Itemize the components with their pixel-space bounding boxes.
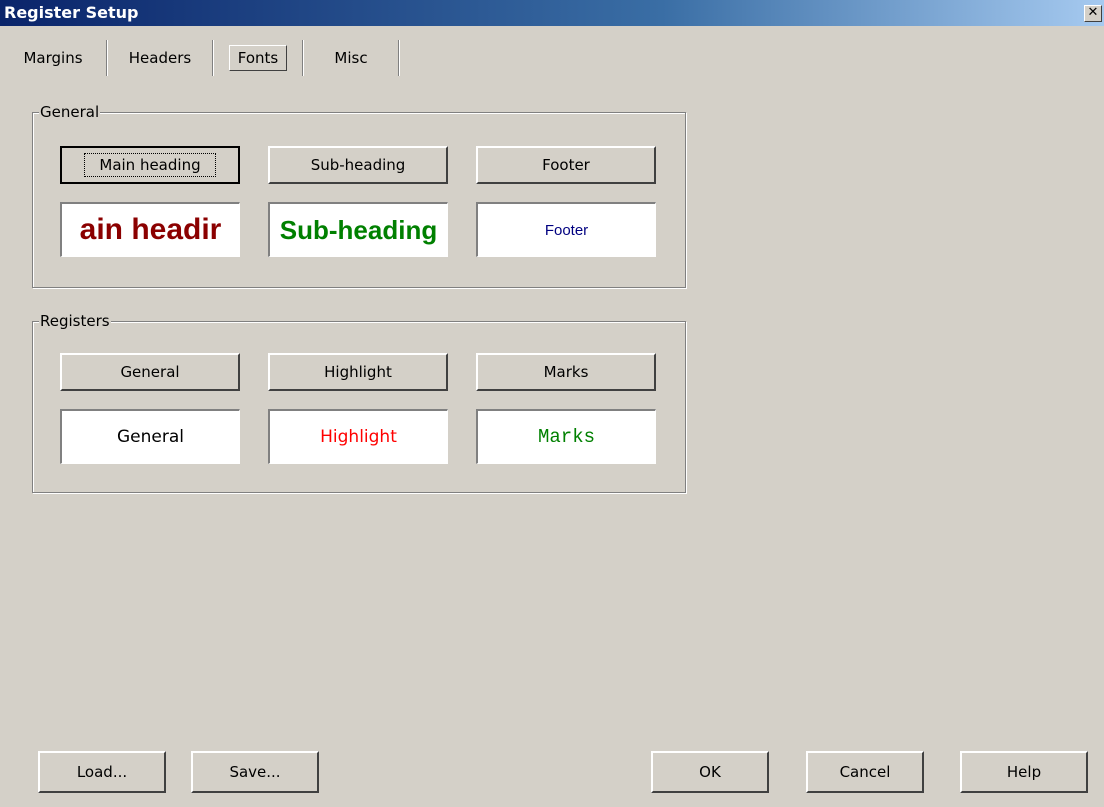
- tab-fonts[interactable]: Fonts: [214, 40, 304, 76]
- general-font-preview: General: [60, 409, 240, 464]
- marks-font-preview: Marks: [476, 409, 656, 464]
- registers-group-label: Registers: [39, 312, 111, 330]
- registers-groupbox: Registers: [32, 312, 686, 493]
- tab-margins[interactable]: Margins: [0, 40, 108, 76]
- highlight-font-button[interactable]: Highlight: [268, 353, 448, 391]
- save-button[interactable]: Save...: [191, 751, 319, 793]
- window-title: Register Setup: [4, 3, 139, 22]
- ok-button[interactable]: OK: [651, 751, 769, 793]
- sub-heading-preview: Sub-heading: [268, 202, 448, 257]
- highlight-font-preview: Highlight: [268, 409, 448, 464]
- tab-misc-label: Misc: [334, 49, 368, 67]
- footer-preview-text: Footer: [544, 221, 589, 239]
- general-groupbox: General: [32, 103, 686, 288]
- general-font-preview-text: General: [117, 427, 184, 447]
- general-font-button[interactable]: General: [60, 353, 240, 391]
- marks-font-button[interactable]: Marks: [476, 353, 656, 391]
- marks-font-preview-text: Marks: [537, 426, 595, 448]
- footer-preview: Footer: [476, 202, 656, 257]
- main-heading-button[interactable]: Main heading: [60, 146, 240, 184]
- help-button[interactable]: Help: [960, 751, 1088, 793]
- main-heading-button-label: Main heading: [84, 153, 216, 177]
- close-icon[interactable]: ✕: [1084, 5, 1102, 22]
- main-heading-preview-text: ain headir: [79, 213, 222, 246]
- tab-headers[interactable]: Headers: [108, 40, 214, 76]
- cancel-button[interactable]: Cancel: [806, 751, 924, 793]
- tab-fonts-label: Fonts: [228, 45, 288, 71]
- title-bar: Register Setup ✕: [0, 0, 1104, 26]
- sub-heading-button[interactable]: Sub-heading: [268, 146, 448, 184]
- load-button[interactable]: Load...: [38, 751, 166, 793]
- footer-button[interactable]: Footer: [476, 146, 656, 184]
- tab-margins-label: Margins: [23, 49, 83, 67]
- sub-heading-preview-text: Sub-heading: [279, 214, 438, 245]
- general-group-label: General: [39, 103, 101, 121]
- tab-misc[interactable]: Misc: [304, 40, 400, 76]
- tab-headers-label: Headers: [128, 49, 192, 67]
- highlight-font-preview-text: Highlight: [320, 427, 397, 447]
- main-heading-preview: ain headir: [60, 202, 240, 257]
